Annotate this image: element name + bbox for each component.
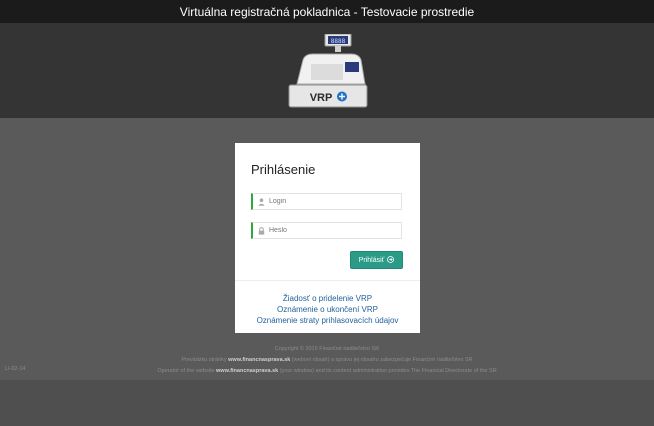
footer-line-en: Operator of the website www.financnaspra… bbox=[157, 368, 497, 374]
footer-line-sk: Prevádzku stránky www.financnasprava.sk … bbox=[181, 357, 473, 363]
bottom-band bbox=[0, 380, 654, 426]
link-lost-credentials[interactable]: Oznámenie straty prihlasovacích údajov bbox=[235, 315, 420, 326]
login-title: Prihlásenie bbox=[251, 162, 316, 177]
link-request-vrp[interactable]: Žiadosť o pridelenie VRP bbox=[235, 293, 420, 304]
login-field[interactable] bbox=[251, 193, 402, 210]
sign-in-icon bbox=[387, 255, 395, 265]
svg-text:8888: 8888 bbox=[331, 38, 346, 45]
password-field[interactable] bbox=[251, 222, 402, 239]
login-card: Prihlásenie Prihlásiť Žiadosť o pridelen… bbox=[235, 143, 420, 333]
help-links: Žiadosť o pridelenie VRP Oznámenie o uko… bbox=[235, 293, 420, 326]
login-input[interactable] bbox=[265, 198, 397, 205]
login-button-label: Prihlásiť bbox=[358, 256, 385, 264]
svg-text:VRP: VRP bbox=[310, 92, 333, 104]
password-input[interactable] bbox=[265, 227, 397, 234]
page-footer: Copyright © 2015 Finančné riaditeľstvo S… bbox=[0, 344, 654, 377]
link-terminate-vrp[interactable]: Oznámenie o ukončení VRP bbox=[235, 304, 420, 315]
version-label: LI-02-14 bbox=[5, 366, 26, 372]
login-button[interactable]: Prihlásiť bbox=[350, 251, 403, 269]
card-divider bbox=[235, 280, 420, 281]
footer-link-sk[interactable]: www.financnasprava.sk bbox=[228, 357, 290, 363]
hero-banner: 8888 VRP bbox=[0, 23, 654, 118]
top-bar: Virtuálna registračná pokladnica - Testo… bbox=[0, 0, 654, 23]
lock-icon bbox=[258, 226, 265, 235]
page-title: Virtuálna registračná pokladnica - Testo… bbox=[179, 4, 475, 19]
cash-register-logo: 8888 VRP bbox=[288, 34, 368, 108]
user-icon bbox=[258, 197, 265, 206]
footer-copyright: Copyright © 2015 Finančné riaditeľstvo S… bbox=[274, 346, 380, 352]
footer-link-en[interactable]: www.financnasprava.sk bbox=[216, 368, 278, 374]
